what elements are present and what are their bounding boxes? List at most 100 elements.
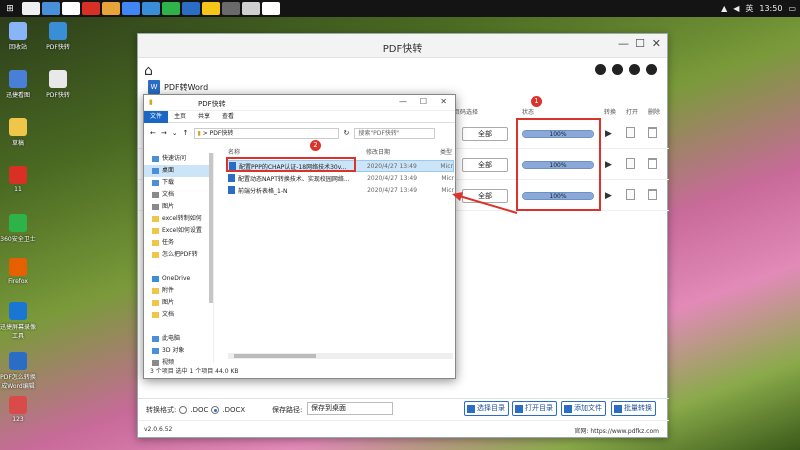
desktop-icon[interactable]: 迅捷看图 bbox=[0, 70, 38, 99]
ribbon-tab[interactable]: 文件 bbox=[144, 110, 169, 123]
dialog-maximize-icon[interactable]: ☐ bbox=[420, 97, 427, 106]
home-icon[interactable]: ⌂ bbox=[144, 63, 153, 79]
dialog-minimize-icon[interactable]: — bbox=[399, 97, 407, 106]
nav-item[interactable]: 下载 bbox=[144, 177, 213, 189]
desktop-icon[interactable]: PDF快转 bbox=[38, 70, 78, 99]
ribbon-tab[interactable]: 主页 bbox=[168, 111, 192, 123]
delete-trash-icon[interactable] bbox=[648, 127, 657, 138]
horizontal-scrollbar[interactable] bbox=[228, 353, 453, 359]
network-icon[interactable]: ▲ bbox=[721, 4, 727, 13]
open-file-icon[interactable] bbox=[626, 127, 635, 138]
up-icon[interactable]: ↑ bbox=[183, 129, 189, 137]
taskbar-app-icon[interactable] bbox=[142, 2, 160, 15]
opt-doc-label: .DOC bbox=[190, 406, 209, 414]
batch-convert-button[interactable]: 批量转换 bbox=[611, 401, 656, 416]
taskbar-app-icon[interactable] bbox=[102, 2, 120, 15]
nav-item[interactable]: 文档 bbox=[144, 309, 213, 321]
nav-item[interactable]: excel转制如何 bbox=[144, 213, 213, 225]
save-path-field[interactable]: 保存到桌面 bbox=[307, 402, 393, 415]
choose-dir-button[interactable]: 选择目录 bbox=[464, 401, 509, 416]
recent-dropdown-icon[interactable]: ⌄ bbox=[172, 129, 178, 137]
address-path[interactable]: ▮ > PDF快转 bbox=[193, 127, 339, 139]
nav-item[interactable]: 任务 bbox=[144, 237, 213, 249]
taskbar-app-icon[interactable] bbox=[122, 2, 140, 15]
desktop-icon[interactable]: 迅捷屏幕录像工具 bbox=[0, 302, 38, 340]
minimize-icon[interactable]: — bbox=[618, 37, 629, 50]
notification-icon[interactable]: ▭ bbox=[788, 4, 796, 13]
radio-docx[interactable] bbox=[211, 406, 220, 414]
desktop-app-icon bbox=[9, 166, 27, 184]
taskbar-app-icon[interactable] bbox=[222, 2, 240, 15]
annotation-badge-2: 2 bbox=[310, 140, 321, 151]
nav-item[interactable]: 附件 bbox=[144, 285, 213, 297]
nav-item[interactable]: Excel如何设置 bbox=[144, 225, 213, 237]
radio-doc[interactable] bbox=[179, 406, 188, 414]
taskbar-app-icon[interactable] bbox=[242, 2, 260, 15]
nav-item[interactable]: 图片 bbox=[144, 201, 213, 213]
website-link[interactable]: 官网: https://www.pdfkz.com bbox=[574, 426, 659, 435]
taskbar-app-icon[interactable] bbox=[22, 2, 40, 15]
desktop-icon[interactable]: 360安全卫士 bbox=[0, 214, 38, 243]
headset-icon[interactable] bbox=[612, 64, 623, 75]
desktop-icon[interactable]: 123 bbox=[0, 396, 38, 423]
nav-item[interactable]: 快速访问 bbox=[144, 153, 213, 165]
taskbar-app-icon[interactable] bbox=[42, 2, 60, 15]
delete-trash-icon[interactable] bbox=[648, 158, 657, 169]
page-scope-select[interactable]: 全部 bbox=[462, 127, 508, 141]
user-icon[interactable] bbox=[629, 64, 640, 75]
desktop-icon[interactable]: 回收站 bbox=[0, 22, 38, 51]
convert-play-icon[interactable]: ▶ bbox=[605, 129, 612, 139]
col-type[interactable]: 类型 bbox=[440, 147, 452, 156]
convert-play-icon[interactable]: ▶ bbox=[605, 160, 612, 170]
nav-item[interactable]: 此电脑 bbox=[144, 333, 213, 345]
nav-item[interactable]: 图片 bbox=[144, 297, 213, 309]
message-icon[interactable] bbox=[595, 64, 606, 75]
nav-item[interactable]: 桌面 bbox=[144, 165, 213, 177]
taskbar-app-icon[interactable] bbox=[82, 2, 100, 15]
search-input[interactable]: 搜索"PDF快转" bbox=[354, 127, 436, 139]
taskbar-app-icon[interactable] bbox=[62, 2, 80, 15]
taskbar-app-icon[interactable] bbox=[262, 2, 280, 15]
taskbar-app-icon[interactable] bbox=[202, 2, 220, 15]
footer-bar: 转换格式: .DOC .DOCX 保存路径: 保存到桌面 选择目录 打开目录 添… bbox=[138, 398, 669, 418]
taskbar-app-icon[interactable] bbox=[182, 2, 200, 15]
nav-item[interactable]: OneDrive bbox=[144, 273, 213, 285]
open-file-icon[interactable] bbox=[626, 189, 635, 200]
desktop-icon[interactable]: 11 bbox=[0, 166, 38, 193]
desktop-icon-label: 360安全卫士 bbox=[0, 236, 36, 243]
convert-play-icon[interactable]: ▶ bbox=[605, 191, 612, 201]
close-icon[interactable]: ✕ bbox=[652, 37, 661, 50]
scroll-thumb[interactable] bbox=[234, 354, 316, 358]
add-file-button[interactable]: 添加文件 bbox=[561, 401, 606, 416]
nav-scrollbar[interactable] bbox=[209, 153, 213, 303]
gear-icon[interactable] bbox=[646, 64, 657, 75]
refresh-icon[interactable]: ↻ bbox=[344, 129, 350, 137]
start-menu-icon[interactable]: ⊞ bbox=[0, 0, 20, 17]
desktop-icon[interactable]: PDF怎么转换成Word编辑 bbox=[0, 352, 38, 390]
page-scope-select[interactable]: 全部 bbox=[462, 158, 508, 172]
forward-icon[interactable]: → bbox=[161, 129, 167, 137]
dialog-close-icon[interactable]: ✕ bbox=[440, 97, 447, 106]
taskbar-app-icon[interactable] bbox=[162, 2, 180, 15]
nav-item[interactable]: 怎么把PDF转 bbox=[144, 249, 213, 261]
volume-icon[interactable]: ◀ bbox=[733, 4, 739, 13]
input-language[interactable]: 英 bbox=[745, 3, 753, 14]
page-scope-select[interactable]: 全部 bbox=[462, 189, 508, 203]
col-name[interactable]: 名称 bbox=[228, 147, 240, 156]
desktop-icon[interactable]: PDF快转 bbox=[38, 22, 78, 51]
col-date[interactable]: 修改日期 bbox=[366, 147, 390, 156]
open-file-icon[interactable] bbox=[626, 158, 635, 169]
clock[interactable]: 13:50 bbox=[759, 4, 782, 13]
ribbon-tab[interactable]: 查看 bbox=[216, 111, 240, 123]
desktop-icon[interactable]: Firefox bbox=[0, 258, 38, 285]
nav-item[interactable]: 3D 对象 bbox=[144, 345, 213, 357]
delete-trash-icon[interactable] bbox=[648, 189, 657, 200]
file-row[interactable]: 前端分析表格_1-N 2020/4/27 13:49 Micr bbox=[226, 184, 454, 196]
maximize-icon[interactable]: ☐ bbox=[635, 37, 645, 50]
back-icon[interactable]: ← bbox=[150, 129, 156, 137]
ribbon-tab[interactable]: 共享 bbox=[192, 111, 216, 123]
nav-item[interactable]: 文档 bbox=[144, 189, 213, 201]
desktop-icon[interactable]: 草稿 bbox=[0, 118, 38, 147]
file-row[interactable]: 配置动态NAPT转换技术、实现校园网络... 2020/4/27 13:49 Mic… bbox=[226, 172, 454, 184]
open-dir-button[interactable]: 打开目录 bbox=[512, 401, 557, 416]
